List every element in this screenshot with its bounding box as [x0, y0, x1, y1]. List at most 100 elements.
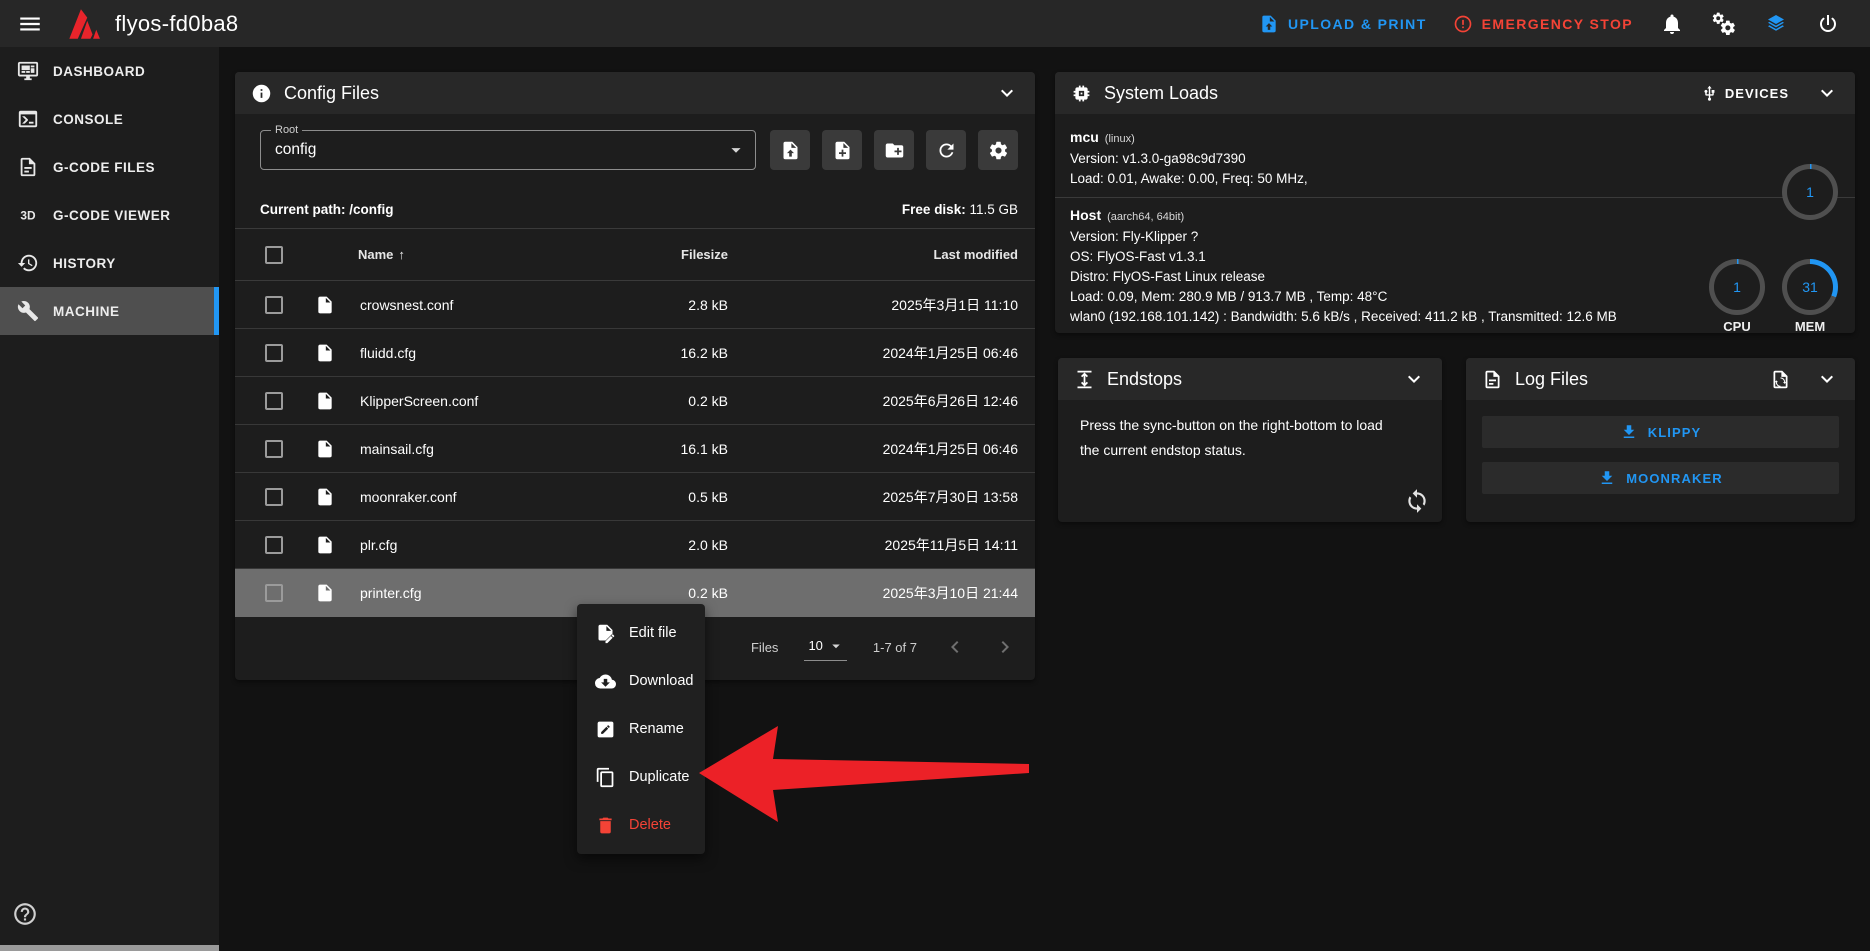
- per-page-value: 10: [808, 638, 822, 653]
- root-select-label: Root: [271, 124, 302, 136]
- endstops-sync-button[interactable]: [1404, 488, 1430, 514]
- root-select[interactable]: Root config: [260, 130, 756, 170]
- root-select-value: config: [275, 141, 316, 159]
- mem-gauge-label: MEM: [1782, 319, 1838, 334]
- context-menu-item-rename[interactable]: Rename: [577, 705, 705, 753]
- bell-icon: [1660, 12, 1684, 36]
- column-header-filesize[interactable]: Filesize: [578, 247, 728, 262]
- context-menu-item-label: Duplicate: [629, 769, 689, 785]
- sidebar-item-label: DASHBOARD: [53, 64, 145, 79]
- row-checkbox[interactable]: [265, 440, 283, 458]
- config-files-collapse-button[interactable]: [995, 81, 1019, 105]
- previous-page-button[interactable]: [943, 635, 967, 659]
- log-files-collapse-button[interactable]: [1815, 367, 1839, 391]
- file-modified-cell: 2025年3月10日 21:44: [728, 583, 1018, 603]
- endstops-title: Endstops: [1107, 369, 1182, 390]
- sidebar-item-dashboard[interactable]: DASHBOARD: [0, 47, 219, 95]
- chevron-down-icon: [995, 81, 1019, 105]
- cog-button[interactable]: [978, 130, 1018, 170]
- table-row[interactable]: plr.cfg2.0 kB2025年11月5日 14:11: [235, 521, 1035, 569]
- row-checkbox[interactable]: [265, 344, 283, 362]
- path-row: Current path: /config Free disk: 11.5 GB: [235, 191, 1035, 229]
- config-files-title: Config Files: [284, 83, 379, 104]
- refresh-button[interactable]: [926, 130, 966, 170]
- table-row[interactable]: moonraker.conf0.5 kB2025年7月30日 13:58: [235, 473, 1035, 521]
- context-menu-item-delete[interactable]: Delete: [577, 801, 705, 849]
- host-title: Host(aarch64, 64bit): [1070, 207, 1839, 227]
- row-checkbox[interactable]: [265, 536, 283, 554]
- layers-button[interactable]: [1763, 11, 1789, 37]
- log-rollover-button[interactable]: [1770, 369, 1791, 390]
- sidebar-items: DASHBOARD CONSOLEG-CODE FILES3DG-CODE VIE…: [0, 47, 219, 335]
- row-checkbox[interactable]: [265, 392, 283, 410]
- system-info-line: Version: v1.3.0-ga98c9d7390: [1070, 149, 1839, 169]
- file-plus-button[interactable]: [822, 130, 862, 170]
- help-icon: [12, 901, 38, 927]
- settings-button[interactable]: [1711, 11, 1737, 37]
- devices-button[interactable]: DEVICES: [1701, 85, 1789, 102]
- row-checkbox[interactable]: [265, 488, 283, 506]
- download-klippy-log-button[interactable]: KLIPPY: [1482, 416, 1839, 448]
- sidebar-item-g-code-files[interactable]: G-CODE FILES: [0, 143, 219, 191]
- row-checkbox[interactable]: [265, 584, 283, 602]
- power-button[interactable]: [1815, 11, 1841, 37]
- app-root: flyos-fd0ba8 UPLOAD & PRINT EMERGENCY ST…: [0, 0, 1870, 951]
- file-modified-cell: 2024年1月25日 06:46: [728, 343, 1018, 363]
- file-upload-button[interactable]: [770, 130, 810, 170]
- upload-print-button[interactable]: UPLOAD & PRINT: [1259, 14, 1427, 34]
- context-menu-item-duplicate[interactable]: Duplicate: [577, 753, 705, 801]
- menu-icon[interactable]: [17, 11, 43, 37]
- folder-plus-button[interactable]: [874, 130, 914, 170]
- row-checkbox[interactable]: [265, 296, 283, 314]
- download-moonraker-log-button[interactable]: MOONRAKER: [1482, 462, 1839, 494]
- dashboard-icon: [17, 60, 39, 82]
- context-menu-item-download[interactable]: Download: [577, 657, 705, 705]
- rename-icon: [595, 719, 616, 740]
- system-info-line: Version: Fly-Klipper ?: [1070, 227, 1839, 247]
- column-header-last-modified[interactable]: Last modified: [728, 247, 1018, 262]
- sidebar-item-machine[interactable]: MACHINE: [0, 287, 219, 335]
- hamburger-icon: [17, 11, 43, 37]
- table-row[interactable]: crowsnest.conf2.8 kB2025年3月1日 11:10: [235, 281, 1035, 329]
- file-modified-cell: 2025年7月30日 13:58: [728, 487, 1018, 507]
- file-sync-icon: [1770, 369, 1791, 390]
- emergency-stop-button[interactable]: EMERGENCY STOP: [1453, 14, 1633, 34]
- topbar: flyos-fd0ba8 UPLOAD & PRINT EMERGENCY ST…: [0, 0, 1870, 47]
- endstops-card: Endstops Press the sync-button on the ri…: [1058, 358, 1442, 522]
- file-icon: [315, 535, 335, 555]
- sidebar-item-g-code-viewer[interactable]: 3DG-CODE VIEWER: [0, 191, 219, 239]
- column-header-name[interactable]: Name↑: [358, 247, 578, 262]
- config-files-header: Config Files: [235, 72, 1035, 114]
- help-button[interactable]: [12, 901, 38, 927]
- sidebar-item-history[interactable]: HISTORY: [0, 239, 219, 287]
- table-row[interactable]: mainsail.cfg16.1 kB2024年1月25日 06:46: [235, 425, 1035, 473]
- table-row[interactable]: KlipperScreen.conf0.2 kB2025年6月26日 12:46: [235, 377, 1035, 425]
- config-files-card: Config Files Root config Current path: /…: [235, 72, 1035, 680]
- next-page-button[interactable]: [993, 635, 1017, 659]
- table-row[interactable]: fluidd.cfg16.2 kB2024年1月25日 06:46: [235, 329, 1035, 377]
- endstops-collapse-button[interactable]: [1402, 367, 1426, 391]
- sidebar-item-console[interactable]: CONSOLE: [0, 95, 219, 143]
- history-icon: [17, 252, 39, 274]
- per-page-select[interactable]: 10: [804, 634, 846, 661]
- endstop-icon: [1074, 369, 1095, 390]
- menu-down-icon: [827, 637, 845, 655]
- file-name-cell: crowsnest.conf: [358, 297, 578, 313]
- file-name-cell: mainsail.cfg: [358, 441, 578, 457]
- pagination-range: 1-7 of 7: [873, 640, 917, 655]
- notifications-button[interactable]: [1659, 11, 1685, 37]
- file-table-header: Name↑ Filesize Last modified: [235, 229, 1035, 281]
- pagination-files-label: Files: [751, 640, 778, 655]
- file-context-menu: Edit file DownloadRename Duplicate Delete: [577, 604, 705, 854]
- chevron-down-icon: [1815, 81, 1839, 105]
- horizontal-scrollbar[interactable]: [0, 945, 219, 951]
- context-menu-item-edit-file[interactable]: Edit file: [577, 609, 705, 657]
- system-loads-collapse-button[interactable]: [1815, 81, 1839, 105]
- file-icon: [315, 487, 335, 507]
- file-size-cell: 2.8 kB: [578, 297, 728, 313]
- context-menu-item-label: Edit file: [629, 625, 677, 641]
- file-size-cell: 0.2 kB: [578, 393, 728, 409]
- log-file-icon: [1482, 369, 1503, 390]
- machine-icon: [17, 300, 39, 322]
- select-all-checkbox[interactable]: [265, 246, 283, 264]
